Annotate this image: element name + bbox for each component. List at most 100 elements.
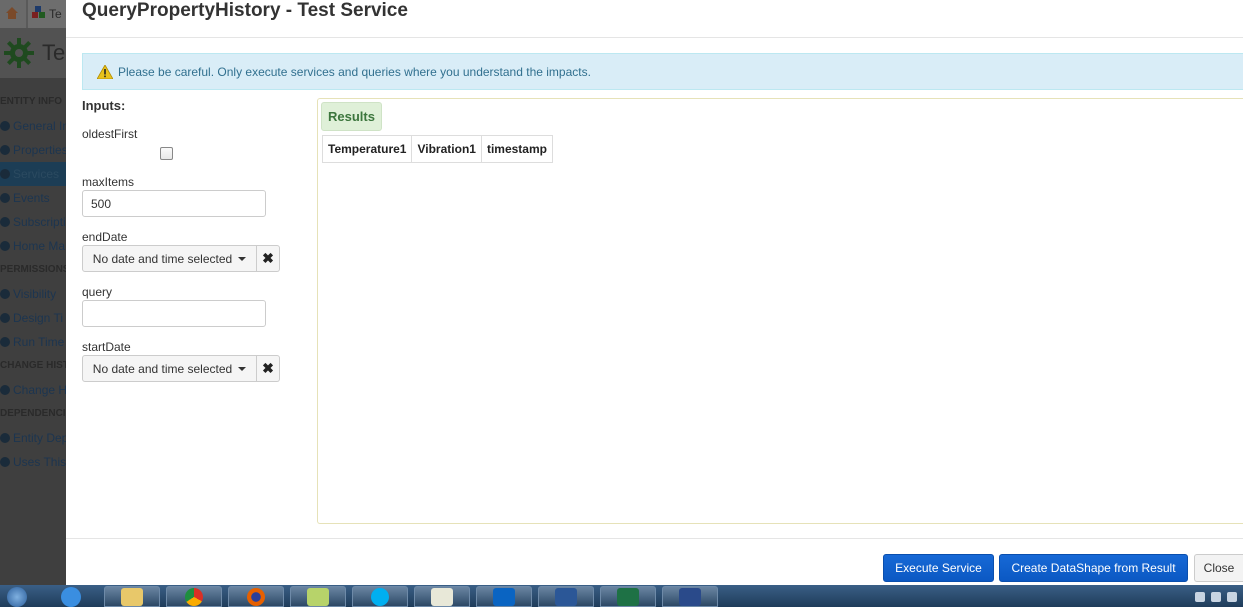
- browser-tab-bar: Te: [0, 0, 66, 28]
- nav-item[interactable]: Visibility: [0, 282, 66, 306]
- volume-icon[interactable]: [1227, 592, 1237, 602]
- create-datashape-button[interactable]: Create DataShape from Result: [999, 554, 1188, 582]
- start-orb-glyph: [7, 586, 27, 607]
- entity-header: Te: [0, 28, 66, 78]
- close-icon: ✖: [262, 250, 274, 266]
- nav-section-header: ENTITY INFO: [0, 96, 63, 107]
- maxitems-label: maxItems: [82, 175, 135, 189]
- column-header-temperature1[interactable]: Temperature1: [321, 135, 413, 163]
- maxitems-input[interactable]: [82, 190, 266, 217]
- outlook-icon[interactable]: [476, 586, 532, 607]
- firefox-icon[interactable]: [228, 586, 284, 607]
- nav-item[interactable]: Design Ti: [0, 306, 66, 330]
- inputs-panel: Inputs: oldestFirst maxItems endDate No …: [82, 98, 282, 382]
- thing-tab-label: Te: [49, 7, 62, 21]
- results-table: Temperature1 Vibration1 timestamp: [321, 135, 553, 163]
- nav-item-icon: [0, 145, 10, 155]
- entity-title: Te: [42, 40, 66, 65]
- enddate-clear-button[interactable]: ✖: [257, 245, 280, 272]
- internet-explorer-icon[interactable]: [44, 586, 98, 607]
- query-input[interactable]: [82, 300, 266, 327]
- windows-taskbar: [0, 585, 1243, 607]
- column-header-vibration1[interactable]: Vibration1: [411, 135, 482, 163]
- startdate-dropdown-button[interactable]: No date and time selected: [82, 355, 257, 382]
- modal-header: QueryPropertyHistory - Test Service: [66, 0, 1243, 38]
- results-tab[interactable]: Results: [321, 102, 382, 131]
- app-icon[interactable]: [662, 586, 718, 607]
- startdate-label: startDate: [82, 340, 131, 354]
- column-header-timestamp[interactable]: timestamp: [480, 135, 553, 163]
- nav-item-label: Visibility: [13, 287, 57, 301]
- nav-item-label: Services: [13, 167, 60, 181]
- warning-alert: Please be careful. Only execute services…: [82, 53, 1243, 90]
- skype-icon[interactable]: [352, 586, 408, 607]
- nav-item-icon: [0, 457, 10, 467]
- skype-glyph: [371, 587, 389, 606]
- oldestfirst-field: [82, 141, 282, 163]
- enddate-button-text: No date and time selected: [92, 251, 233, 266]
- alert-text: Please be careful. Only execute services…: [118, 64, 591, 79]
- notepad-icon[interactable]: [414, 586, 470, 607]
- system-tray: [1173, 589, 1243, 605]
- enddate-dropdown-button[interactable]: No date and time selected: [82, 245, 257, 272]
- excel-glyph: [617, 587, 639, 606]
- nav-item-label: Uses This: [13, 455, 66, 469]
- nav-item-icon: [0, 313, 10, 323]
- nav-item-icon: [0, 121, 10, 131]
- word-glyph: [555, 587, 577, 606]
- nav-item[interactable]: Properties: [0, 138, 66, 162]
- startdate-button-text: No date and time selected: [92, 361, 233, 376]
- thing-tab: Te: [28, 0, 66, 28]
- start-orb-icon[interactable]: [0, 586, 34, 607]
- nav-item[interactable]: Services: [0, 162, 66, 186]
- word-icon[interactable]: [538, 586, 594, 607]
- nav-item-icon: [0, 169, 10, 179]
- results-panel: Results Temperature1 Vibration1 timestam…: [317, 98, 1243, 524]
- windows-explorer-icon[interactable]: [290, 586, 346, 607]
- nav-item[interactable]: Entity Dep: [0, 426, 66, 450]
- entity-nav: ENTITY INFO General Inf Properties Services…: [0, 90, 66, 474]
- warning-icon: [96, 63, 114, 79]
- nav-item[interactable]: Home Ma: [0, 234, 66, 258]
- network-icon[interactable]: [1211, 592, 1221, 602]
- home-icon: [4, 5, 20, 24]
- nav-section-header: CHANGE HIST: [0, 360, 66, 371]
- nav-item[interactable]: Events: [0, 186, 66, 210]
- nav-item-label: Run Time: [13, 335, 65, 349]
- chrome-icon[interactable]: [166, 586, 222, 607]
- query-label: query: [82, 285, 113, 299]
- nav-section-header: PERMISSIONS: [0, 264, 66, 275]
- nav-item-icon: [0, 289, 10, 299]
- blocks-icon: [32, 5, 46, 23]
- nav-item[interactable]: Subscripti: [0, 210, 66, 234]
- nav-item-icon: [0, 385, 10, 395]
- nav-item-icon: [0, 337, 10, 347]
- nav-item-label: Subscripti: [13, 215, 66, 229]
- explorer-glyph: [307, 587, 329, 606]
- nav-item-label: Properties: [13, 143, 66, 157]
- nav-item-icon: [0, 193, 10, 203]
- execute-service-button[interactable]: Execute Service: [883, 554, 994, 582]
- firefox-glyph: [247, 587, 265, 606]
- folder-glyph: [121, 587, 143, 606]
- enddate-picker: No date and time selected ✖: [82, 245, 282, 272]
- nav-item-label: Design Ti: [13, 311, 64, 325]
- file-explorer-icon[interactable]: [104, 586, 160, 607]
- ie-glyph: [61, 586, 81, 607]
- oldestfirst-checkbox[interactable]: [160, 147, 173, 160]
- nav-item[interactable]: Uses This: [0, 450, 66, 474]
- startdate-clear-button[interactable]: ✖: [257, 355, 280, 382]
- nav-section-header: DEPENDENCIE: [0, 408, 66, 419]
- oldestfirst-label: oldestFirst: [82, 127, 138, 141]
- nav-item[interactable]: Run Time: [0, 330, 66, 354]
- results-header-row: Temperature1 Vibration1 timestamp: [321, 135, 553, 163]
- app-glyph: [679, 587, 701, 606]
- modal-title: QueryPropertyHistory - Test Service: [82, 0, 408, 21]
- nav-item[interactable]: General Inf: [0, 114, 66, 138]
- tray-arrow-icon[interactable]: [1195, 592, 1205, 602]
- excel-icon[interactable]: [600, 586, 656, 607]
- close-button[interactable]: Close: [1194, 554, 1243, 582]
- caret-down-icon: [238, 256, 247, 261]
- nav-item[interactable]: Change H: [0, 378, 66, 402]
- notepad-glyph: [431, 587, 453, 606]
